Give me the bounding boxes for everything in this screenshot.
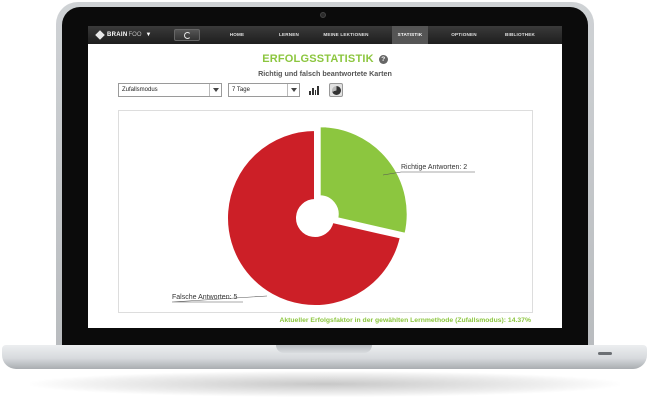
sync-button[interactable] [174,29,200,41]
mode-select-value: Zufallsmodus [122,87,158,93]
period-select-value: 7 Tage [232,87,250,93]
indicator-light [598,352,612,355]
nav-item-meine-lektionen[interactable]: MEINE LEKTIONEN [318,26,374,44]
pie-slice-richtig[interactable] [318,125,409,236]
page-subtitle: Richtig und falsch beantwortete Karten [258,69,392,78]
chart-panel: Richtige Antworten: 2 Falsche Antworten: … [118,110,533,313]
logo-text-bold: BRAIN [107,32,128,38]
logo-text-light: FOO [128,32,142,38]
bar-chart-icon [309,86,319,95]
nav-item-optionen[interactable]: OPTIONEN [446,26,482,44]
app-logo[interactable]: BRAIN FOO ▼ [95,29,152,41]
page-title-row: ERFOLGSSTATISTIK ? [88,51,562,67]
laptop-shadow [30,371,620,397]
success-factor-text: Aktueller Erfolgsfaktor in der gewählten… [279,317,531,324]
top-navbar: BRAIN FOO ▼ HOME LERNEN MEINE LEKTIONEN … [88,26,562,44]
period-select[interactable]: 7 Tage [228,83,300,97]
pie-chart-icon [331,85,341,95]
pie-data-label: Richtige Antworten: 2 [401,164,467,171]
chevron-down-icon[interactable]: ▼ [146,32,152,38]
mode-select[interactable]: Zufallsmodus [118,83,222,97]
nav-item-statistik[interactable]: STATISTIK [392,26,428,44]
laptop-base-notch [276,345,372,353]
pie-data-label: Falsche Antworten: 5 [172,294,237,301]
help-icon[interactable]: ? [378,54,388,64]
nav-item-lernen[interactable]: LERNEN [274,26,304,44]
camera-icon [320,12,326,18]
pie-chart-button[interactable] [329,83,343,97]
nav-item-bibliothek[interactable]: BIBLIOTHEK [500,26,540,44]
page-title: ERFOLGSSTATISTIK [262,53,374,65]
chevron-down-icon [287,84,299,96]
chevron-down-icon [209,84,221,96]
nav-item-home[interactable]: HOME [222,26,252,44]
app-screen: BRAIN FOO ▼ HOME LERNEN MEINE LEKTIONEN … [88,26,562,328]
logo-cube-icon [95,30,105,40]
bar-chart-button[interactable] [307,83,321,97]
pie-chart: Richtige Antworten: 2 Falsche Antworten: … [171,125,475,307]
sync-icon [183,31,191,39]
